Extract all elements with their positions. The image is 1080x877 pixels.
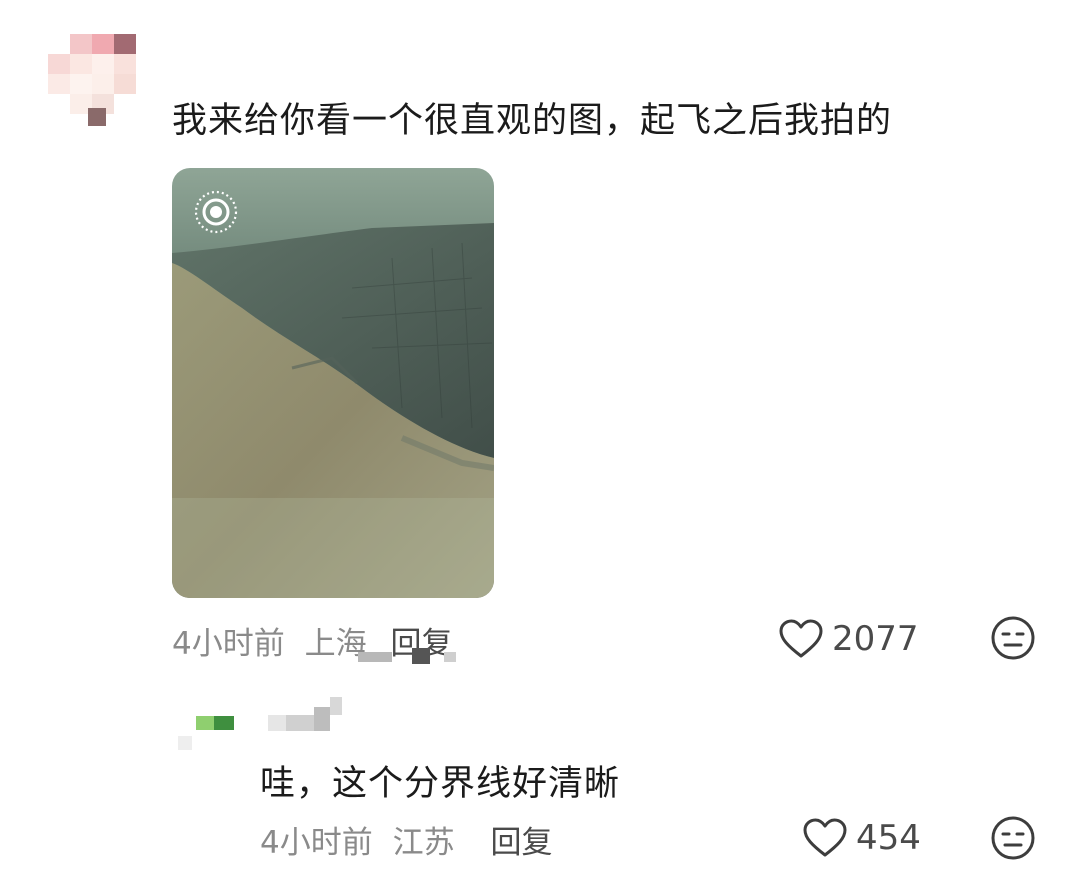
like-button[interactable]: 454 xyxy=(802,817,921,859)
like-count: 2077 xyxy=(832,619,919,659)
live-photo-icon xyxy=(194,190,238,234)
meh-face-icon[interactable] xyxy=(990,815,1036,861)
username[interactable] xyxy=(268,697,348,735)
comment-text: 我来给你看一个很直观的图，起飞之后我拍的 xyxy=(172,101,893,141)
comment-time: 4小时前 xyxy=(172,626,285,662)
heart-outline-icon xyxy=(779,619,823,658)
comment-location: 江苏 xyxy=(392,825,455,861)
meh-face-icon[interactable] xyxy=(990,615,1036,661)
comment-thread: 我来给你看一个很直观的图，起飞之后我拍的 4小时前 上海 回复 2077 哇，这… xyxy=(0,0,1080,877)
like-count: 454 xyxy=(856,818,921,858)
comment-text: 哇，这个分界线好清晰 xyxy=(260,764,621,804)
reply-button[interactable]: 回复 xyxy=(490,817,552,862)
avatar[interactable] xyxy=(172,712,242,756)
redacted-strip xyxy=(358,648,468,664)
heart-outline-icon xyxy=(803,818,847,857)
comment-time: 4小时前 xyxy=(260,825,373,861)
like-button[interactable]: 2077 xyxy=(778,618,919,660)
avatar[interactable] xyxy=(38,30,148,130)
comment-meta: 4小时前 江苏 回复 xyxy=(260,817,552,862)
